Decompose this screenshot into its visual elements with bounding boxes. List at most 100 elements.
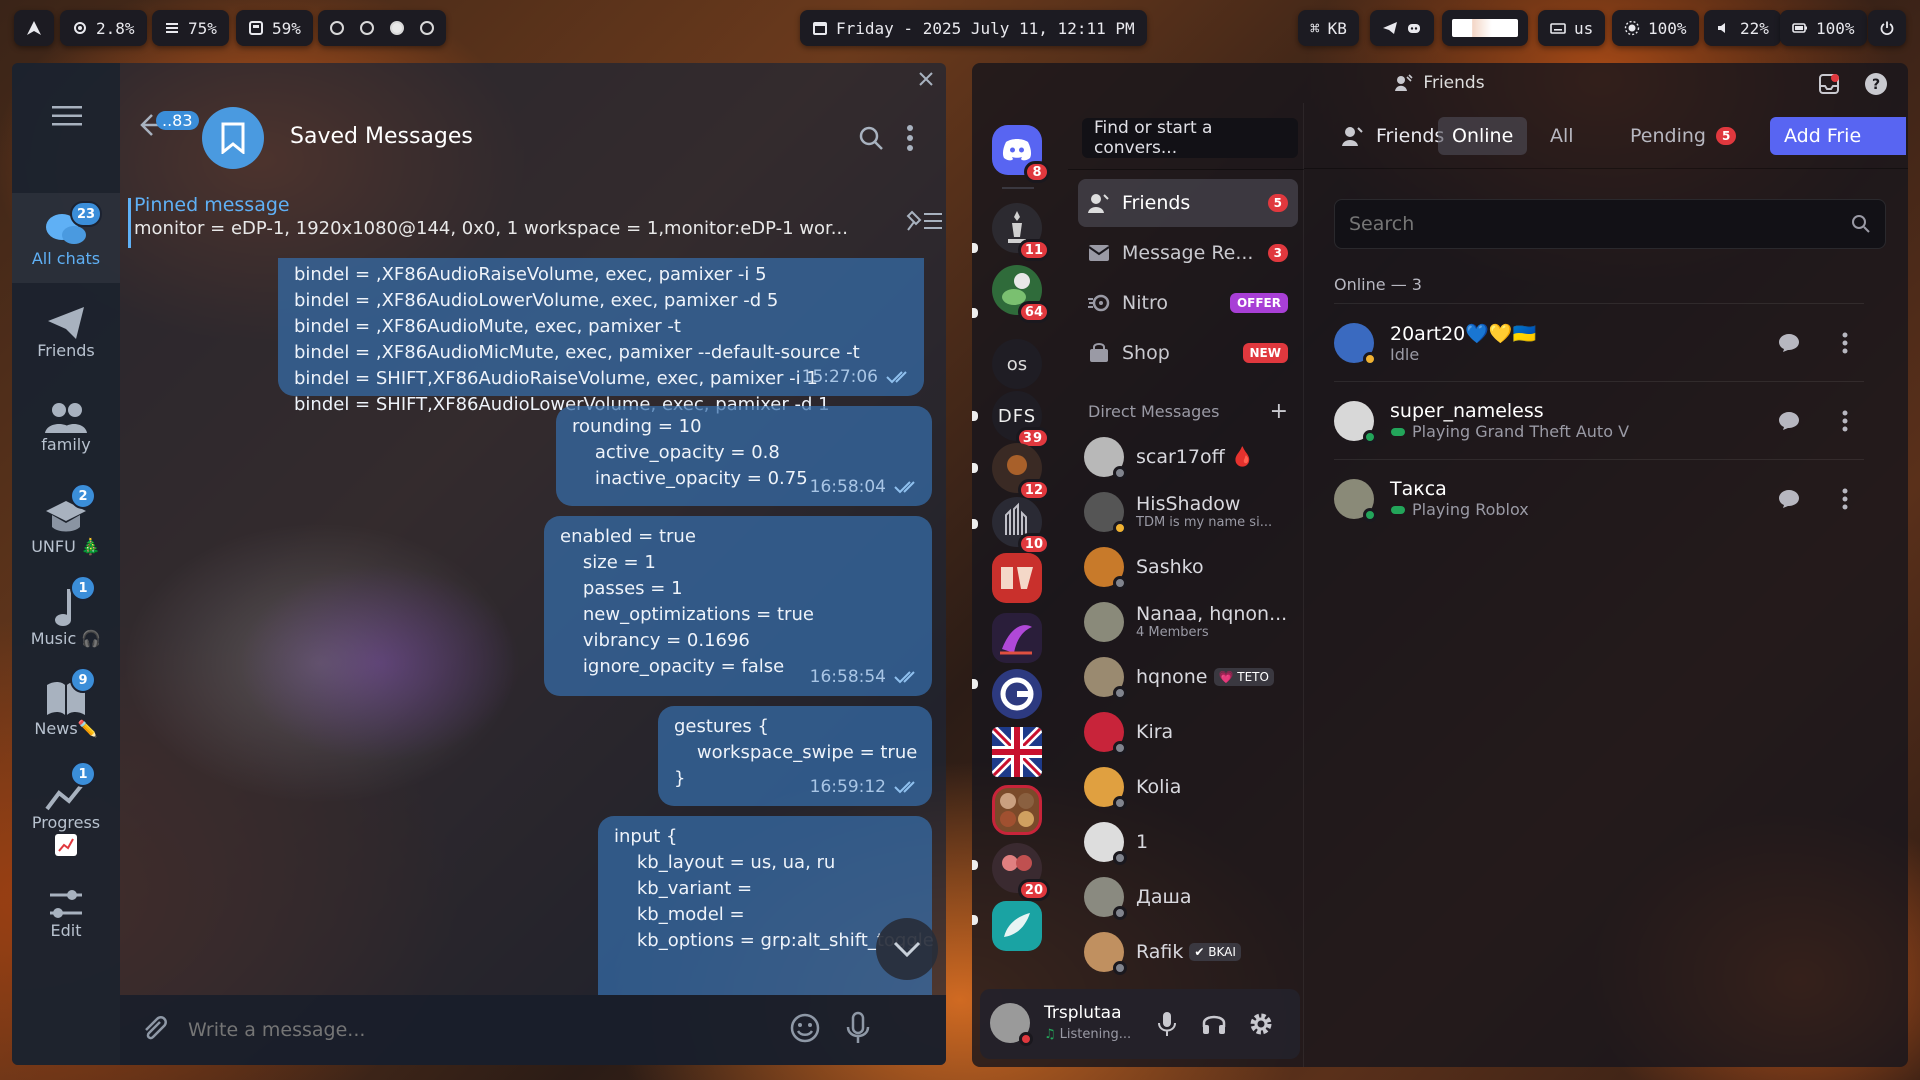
add-friend-button[interactable]: Add Frie xyxy=(1770,117,1906,155)
battery-widget[interactable]: 100% xyxy=(1780,10,1867,46)
user-activity: ♫ Listening... xyxy=(1044,1027,1131,1042)
message-bubble[interactable]: rounding = 10 active_opacity = 0.8 inact… xyxy=(556,406,932,506)
clock-widget[interactable]: Friday - 2025 July 11, 12:11 PM xyxy=(800,10,1147,46)
workspace-3-active[interactable] xyxy=(390,21,404,35)
nav-message-requests[interactable]: Message Re... 3 xyxy=(1078,229,1298,277)
server-icon[interactable]: 11 xyxy=(992,203,1050,261)
tab-all[interactable]: All xyxy=(1536,117,1588,155)
message-bubble[interactable]: gestures { workspace_swipe = true } 16:5… xyxy=(658,706,932,806)
workspace-1[interactable] xyxy=(330,21,344,35)
chat-menu-button[interactable] xyxy=(906,125,914,155)
server-icon[interactable] xyxy=(992,669,1042,719)
nav-shop[interactable]: Shop NEW xyxy=(1078,329,1298,377)
online-friend-row[interactable]: super_nameless Playing Grand Theft Auto … xyxy=(1334,381,1864,459)
server-icon[interactable] xyxy=(992,727,1042,777)
pinned-message-bar[interactable]: Pinned message monitor = eDP-1, 1920x108… xyxy=(128,188,946,258)
deafen-button[interactable] xyxy=(1202,1011,1226,1039)
volume-widget[interactable]: 22% xyxy=(1704,10,1781,46)
conversation-search[interactable]: Find or start a convers... xyxy=(1082,118,1298,158)
chat-search-button[interactable] xyxy=(858,125,884,155)
disk-widget[interactable]: 59% xyxy=(236,10,313,46)
brightness-widget[interactable]: 100% xyxy=(1612,10,1699,46)
folder-news[interactable]: News✏️ 9 xyxy=(12,663,120,763)
tab-online[interactable]: Online xyxy=(1438,117,1528,155)
dm-row[interactable]: Kolia xyxy=(1084,759,1300,814)
nav-label: Shop xyxy=(1122,342,1170,364)
cpu-widget[interactable]: 2.8% xyxy=(60,10,147,46)
dm-row[interactable]: Даша xyxy=(1084,869,1300,924)
message-friend-button[interactable] xyxy=(1776,330,1802,356)
server-icon[interactable] xyxy=(992,901,1042,951)
folder-progress[interactable]: Progress 1 xyxy=(12,757,120,867)
friend-more-button[interactable] xyxy=(1832,408,1858,434)
friends-search[interactable] xyxy=(1334,199,1886,249)
nav-friends[interactable]: Friends 5 xyxy=(1078,179,1298,227)
keyboard-layout-widget[interactable]: us xyxy=(1538,10,1606,46)
pinned-text: monitor = eDP-1, 1920x1080@144, 0x0, 1 w… xyxy=(134,218,848,239)
saved-messages-avatar[interactable] xyxy=(202,107,264,169)
more-vertical-icon xyxy=(907,125,913,151)
message-friend-button[interactable] xyxy=(1776,408,1802,434)
folder-music[interactable]: Music 🎧 1 xyxy=(12,571,120,671)
keybind-widget[interactable]: ⌘ KB xyxy=(1298,10,1359,46)
online-friend-row[interactable]: 20art20💙💛🇺🇦 Idle xyxy=(1334,303,1864,381)
folder-edit[interactable]: Edit xyxy=(12,869,120,959)
dm-row[interactable]: 1 xyxy=(1084,814,1300,869)
server-icon[interactable] xyxy=(992,553,1042,603)
launcher-button[interactable] xyxy=(14,10,54,46)
folder-all-chats[interactable]: All chats 23 xyxy=(12,193,120,283)
discord-tray-icon[interactable] xyxy=(1406,20,1422,36)
dm-row[interactable]: HisShadow TDM is my name si... xyxy=(1084,484,1300,539)
home-button[interactable]: 8 xyxy=(992,125,1050,183)
media-widget[interactable] xyxy=(1442,10,1528,46)
dm-row[interactable]: Sashko xyxy=(1084,539,1300,594)
workspace-4[interactable] xyxy=(420,21,434,35)
server-icon[interactable]: 12 xyxy=(992,443,1050,501)
menu-button[interactable] xyxy=(52,105,82,131)
message-input[interactable] xyxy=(188,1019,768,1041)
folder-unfu[interactable]: UNFU 🎄 2 xyxy=(12,479,120,579)
server-icon[interactable]: 20 xyxy=(992,843,1050,901)
nav-nitro[interactable]: Nitro OFFER xyxy=(1078,279,1298,327)
dm-row[interactable]: Nanaa, hqnon... 4 Members xyxy=(1084,594,1300,649)
pinned-list-button[interactable] xyxy=(904,208,944,238)
friend-more-button[interactable] xyxy=(1832,486,1858,512)
voice-button[interactable] xyxy=(846,1011,870,1049)
close-button[interactable] xyxy=(918,71,934,91)
message-bubble[interactable]: enabled = true size = 1 passes = 1 new_o… xyxy=(544,516,932,696)
dm-row[interactable]: scar17off 🩸 xyxy=(1084,429,1300,484)
mute-button[interactable] xyxy=(1158,1011,1176,1041)
server-icon[interactable]: 10 xyxy=(992,497,1050,555)
emoji-button[interactable] xyxy=(790,1013,820,1047)
tab-pending[interactable]: Pending 5 xyxy=(1616,117,1750,155)
server-folder[interactable] xyxy=(992,785,1042,835)
folder-friends[interactable]: Friends xyxy=(12,291,120,381)
power-button[interactable] xyxy=(1868,10,1906,46)
dm-row[interactable]: hqnone 💗 TETO xyxy=(1084,649,1300,704)
gamepad-icon xyxy=(1391,505,1405,514)
inbox-button[interactable] xyxy=(1818,73,1840,100)
folder-family[interactable]: family xyxy=(12,385,120,475)
server-os[interactable]: OS xyxy=(992,339,1042,389)
dm-row[interactable]: Kira xyxy=(1084,704,1300,759)
friend-more-button[interactable] xyxy=(1832,330,1858,356)
message-bubble[interactable]: bindel = ,XF86AudioRaiseVolume, exec, pa… xyxy=(278,258,924,415)
server-dfs[interactable]: DFS 39 xyxy=(992,391,1050,449)
message-friend-button[interactable] xyxy=(1776,486,1802,512)
server-icon[interactable] xyxy=(992,613,1042,663)
user-avatar[interactable] xyxy=(990,1003,1033,1046)
help-button[interactable]: ? xyxy=(1864,72,1888,101)
online-friend-row[interactable]: Такса Playing Roblox xyxy=(1334,459,1864,537)
chat-title[interactable]: Saved Messages xyxy=(290,124,473,149)
server-icon[interactable]: 64 xyxy=(992,265,1050,323)
memory-widget[interactable]: 75% xyxy=(152,10,229,46)
scroll-down-button[interactable] xyxy=(876,918,938,980)
dm-row[interactable]: Rafik ✔ BKAI xyxy=(1084,924,1300,979)
telegram-tray-icon[interactable] xyxy=(1382,20,1398,36)
user-settings-button[interactable] xyxy=(1248,1011,1274,1041)
username[interactable]: Trsplutaa xyxy=(1044,1003,1122,1023)
attach-button[interactable] xyxy=(140,1012,168,1048)
workspace-2[interactable] xyxy=(360,21,374,35)
friends-search-input[interactable] xyxy=(1349,213,1829,235)
create-dm-plus-icon[interactable]: + xyxy=(1270,399,1288,424)
